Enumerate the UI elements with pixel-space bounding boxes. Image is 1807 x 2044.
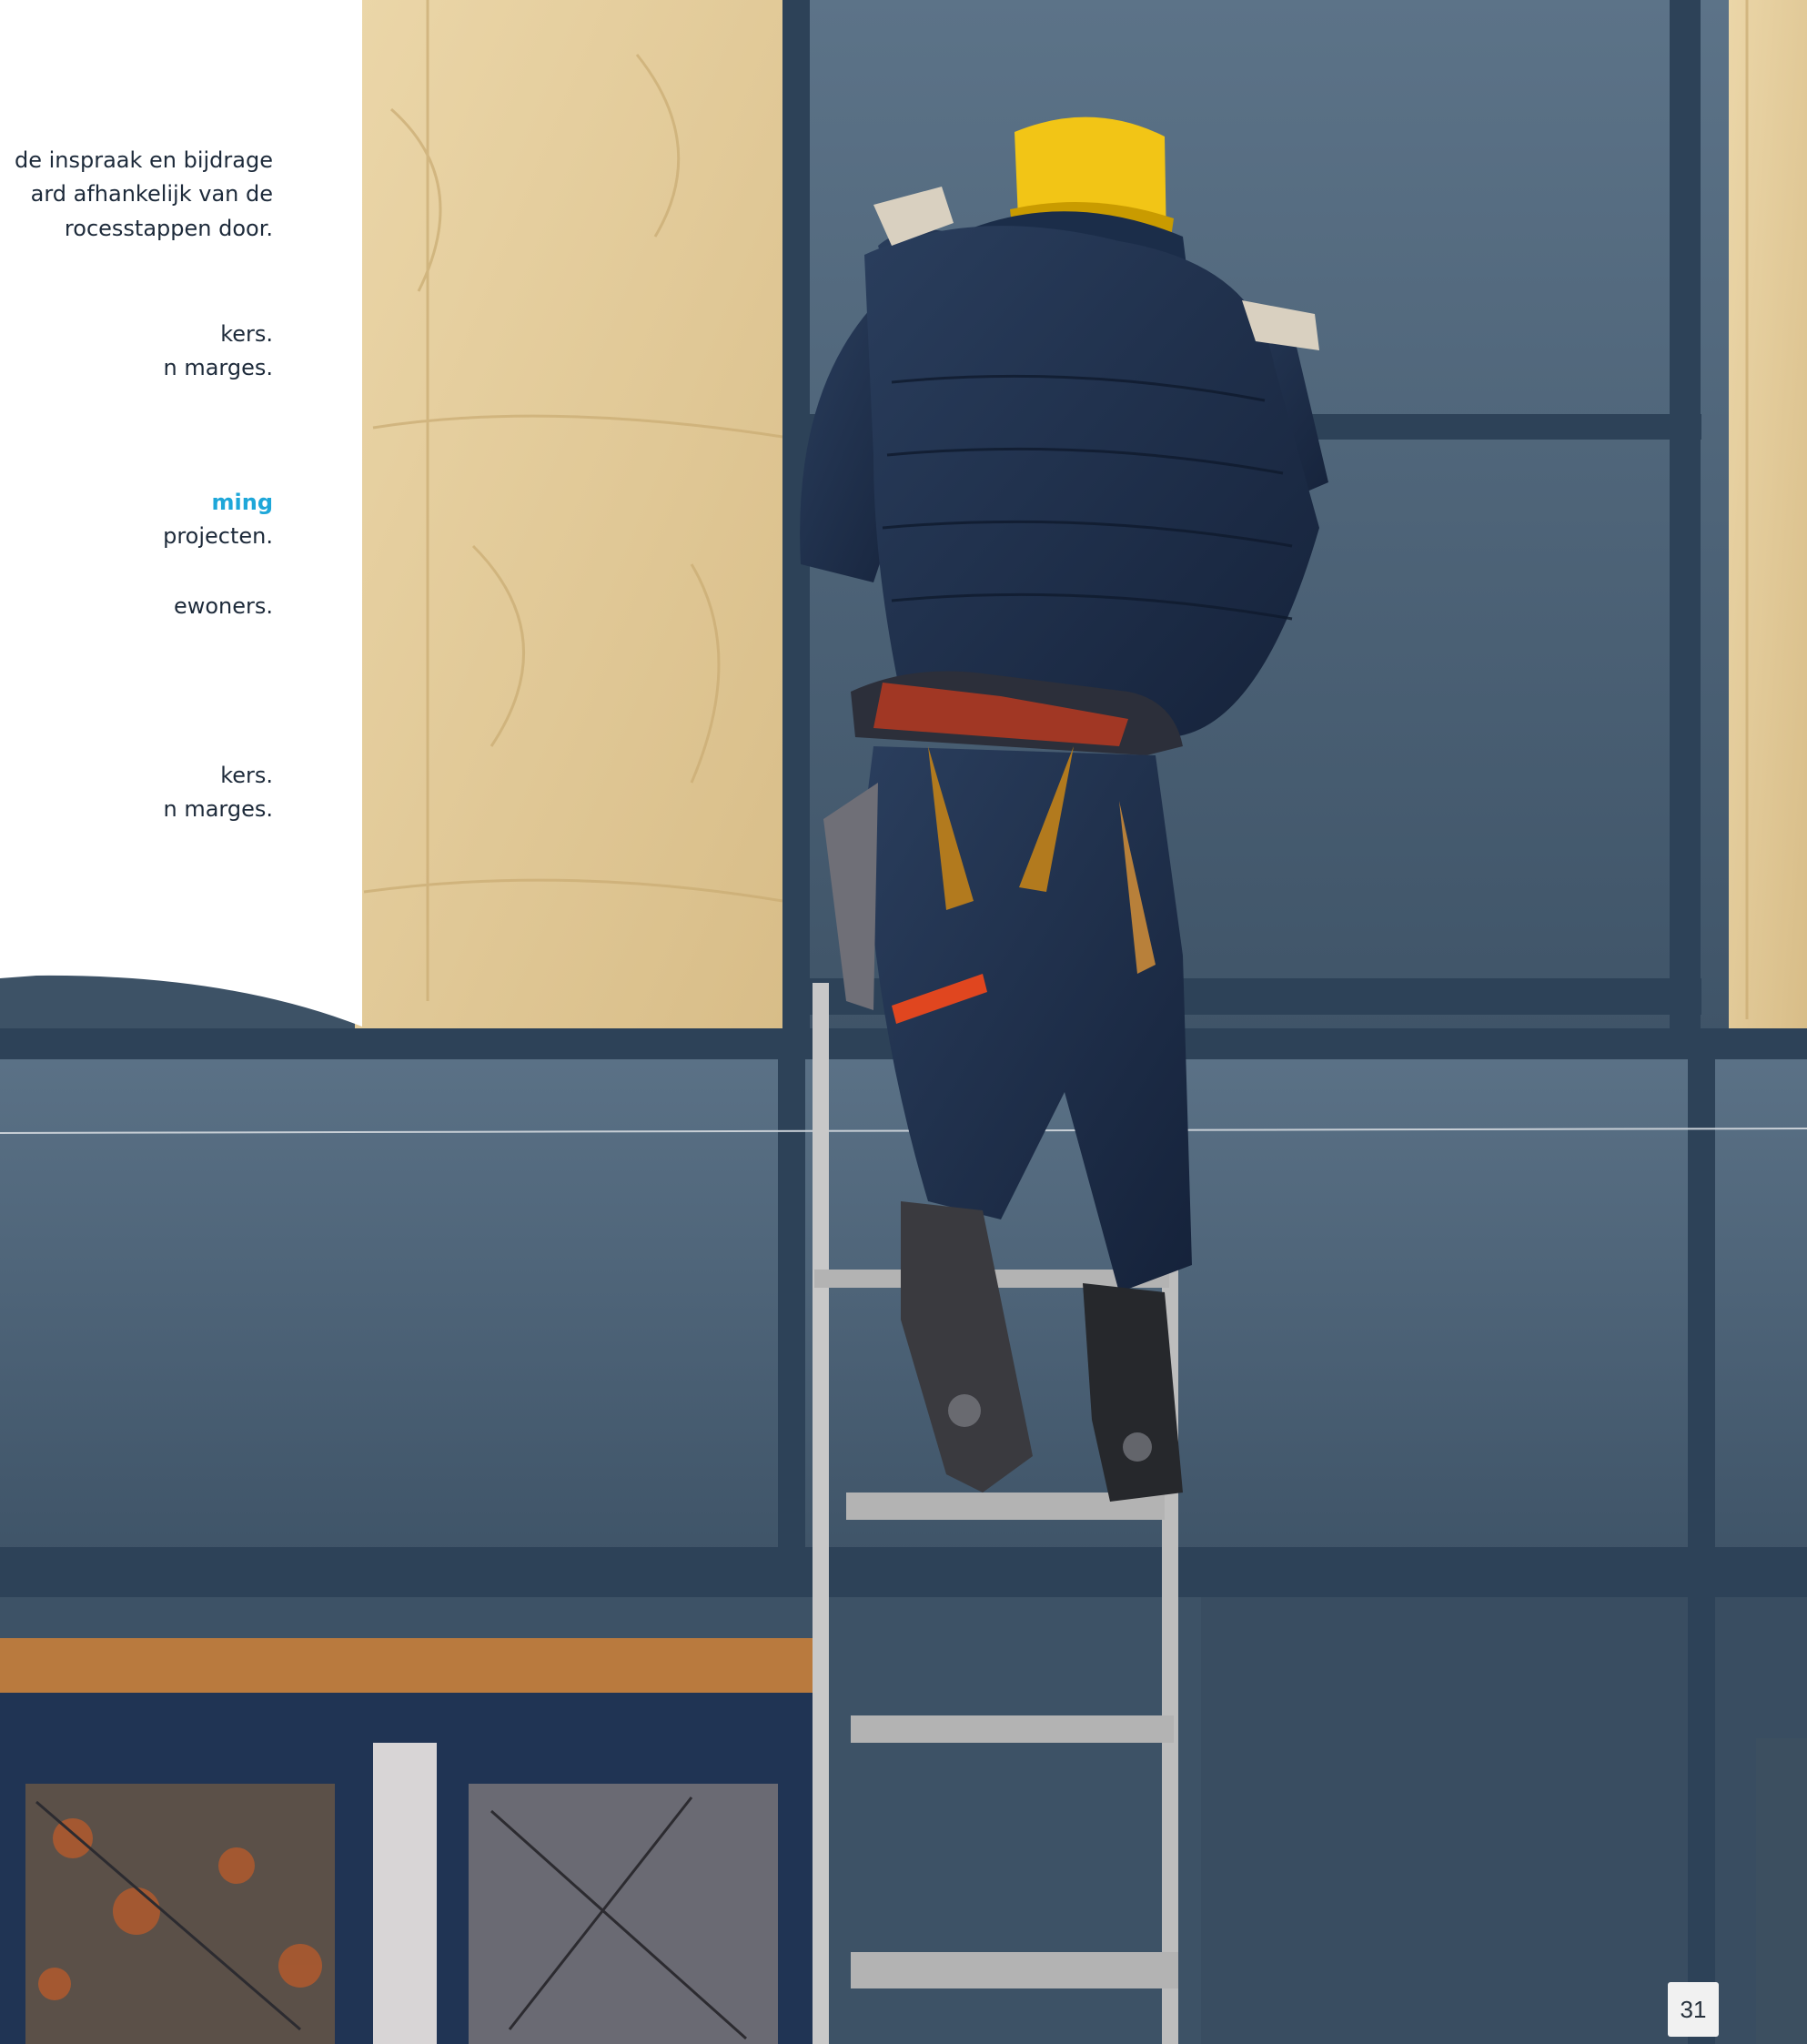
body-text-line: kers. (220, 321, 273, 347)
body-text-line: projecten. (163, 523, 273, 549)
body-text-line: ard afhankelijk van de (30, 181, 273, 207)
page-number: 31 (1668, 1982, 1719, 2037)
body-text-line: n marges. (163, 796, 273, 822)
document-page: de inspraak en bijdrage ard afhankelijk … (0, 0, 1807, 2044)
text-panel: de inspraak en bijdrage ard afhankelijk … (0, 0, 362, 1028)
body-text-line: rocesstappen door. (64, 216, 273, 241)
section-heading: ming (211, 490, 274, 515)
body-text-line: ewoners. (173, 593, 273, 619)
body-text-line: kers. (220, 763, 273, 788)
body-text-line: de inspraak en bijdrage (14, 147, 273, 173)
body-text-line: n marges. (163, 355, 273, 380)
